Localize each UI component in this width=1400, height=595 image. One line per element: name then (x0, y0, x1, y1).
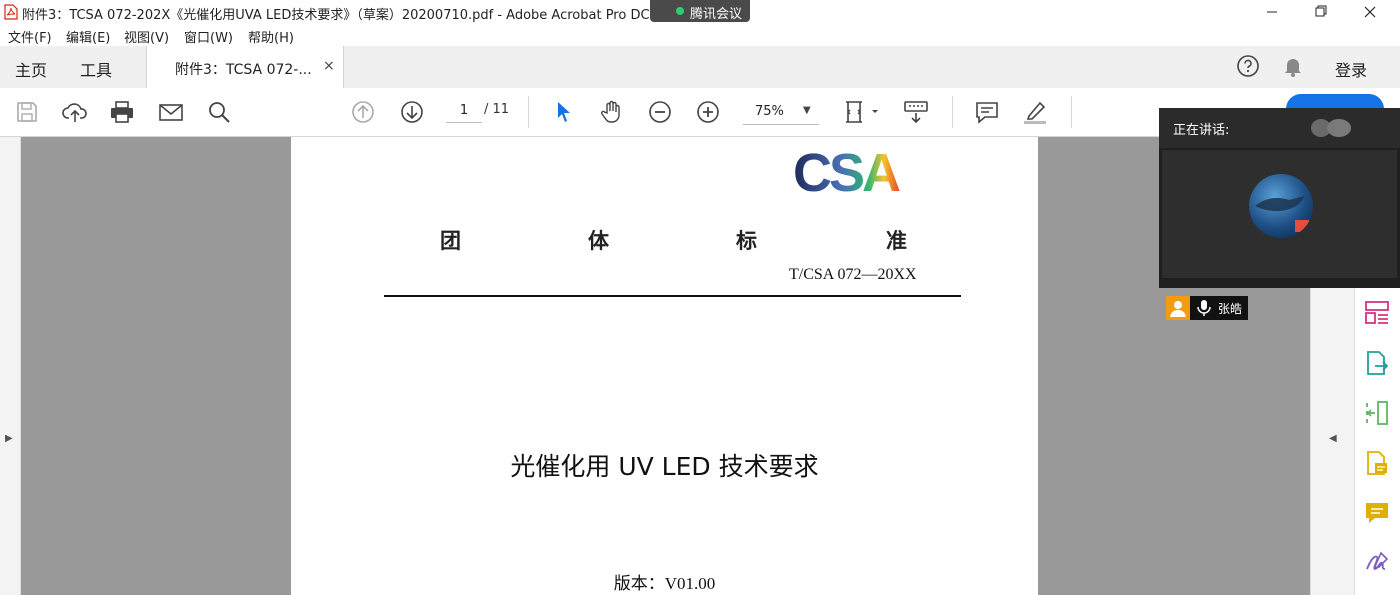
menu-file[interactable]: 文件(F) (8, 27, 52, 46)
standard-char: 准 (886, 229, 907, 253)
participant-tag: 张皓 (1166, 296, 1248, 320)
menu-bar: 文件(F) 编辑(E) 视图(V) 窗口(W) 帮助(H) (0, 24, 1400, 46)
document-tab-label: 附件3：TCSA 072-... (175, 62, 312, 78)
pdf-page[interactable]: CSA 团 体 标 准 T/CSA 072—20XX 光催化用 UV LED 技… (291, 137, 1038, 595)
zoom-in-icon[interactable] (694, 98, 722, 126)
fill-sign-icon[interactable] (1363, 549, 1391, 577)
zoom-value: 75% (755, 104, 784, 119)
speaking-label: 正在讲话: (1173, 123, 1230, 138)
fit-page-icon[interactable] (842, 98, 882, 126)
scroll-mode-icon[interactable] (902, 98, 930, 126)
tab-home[interactable]: 主页 (15, 57, 47, 81)
collapse-right-panel-icon[interactable]: ◀ (1329, 433, 1337, 444)
document-version: 版本：V01.00 (613, 574, 716, 593)
select-cursor-icon[interactable] (550, 98, 578, 126)
csa-logo-text: CSA (793, 143, 900, 195)
tab-document[interactable]: 附件3：TCSA 072-... × (146, 46, 344, 89)
hand-tool-icon[interactable] (598, 98, 626, 126)
cloud-upload-icon[interactable] (61, 98, 89, 126)
standard-char: 团 (440, 229, 461, 253)
combine-files-icon[interactable] (1363, 399, 1391, 427)
comment-icon[interactable] (973, 98, 1001, 126)
zoom-select[interactable]: 75% ▼ (743, 100, 819, 125)
organize-pages-icon[interactable] (1363, 299, 1391, 327)
participant-avatar (1249, 174, 1313, 238)
csa-logo: CSA (793, 143, 903, 195)
print-icon[interactable] (108, 98, 136, 126)
previous-page-icon[interactable] (349, 98, 377, 126)
search-icon[interactable] (205, 98, 233, 126)
expand-left-panel-icon[interactable]: ▶ (5, 433, 13, 444)
tab-bar: 主页 工具 附件3：TCSA 072-... × 登录 (0, 46, 1400, 89)
left-panel-rail[interactable]: ▶ (0, 137, 21, 595)
participant-video: 张皓 (1162, 150, 1397, 320)
comment-tool-icon[interactable] (1363, 499, 1391, 527)
toolbar-divider (952, 96, 953, 128)
highlight-pen-icon[interactable] (1021, 98, 1049, 126)
header-rule (384, 295, 961, 297)
meeting-pill[interactable]: 腾讯会议 (650, 0, 750, 22)
login-button[interactable]: 登录 (1335, 57, 1367, 81)
restore-icon[interactable] (1300, 2, 1340, 22)
meeting-header: 正在讲话: (1159, 108, 1400, 148)
blurred-name (1311, 119, 1351, 137)
menu-edit[interactable]: 编辑(E) (66, 27, 110, 46)
save-icon[interactable] (13, 98, 41, 126)
user-icon (1166, 296, 1190, 320)
standard-char: 体 (588, 229, 609, 253)
menu-help[interactable]: 帮助(H) (248, 27, 294, 46)
standard-code: T/CSA 072—20XX (789, 266, 917, 283)
document-title: 光催化用 UV LED 技术要求 (510, 452, 819, 481)
menu-window[interactable]: 窗口(W) (184, 27, 233, 46)
microphone-icon[interactable] (1196, 299, 1212, 317)
meeting-pill-label: 腾讯会议 (690, 7, 743, 22)
participant-name: 张皓 (1218, 302, 1243, 316)
title-bar: 附件3：TCSA 072-202X《光催化用UVA LED技术要求》（草案）20… (0, 0, 1400, 24)
export-pdf-icon[interactable] (1363, 349, 1391, 377)
close-tab-icon[interactable]: × (323, 58, 335, 74)
close-window-icon[interactable] (1350, 2, 1390, 22)
toolbar-divider (528, 96, 529, 128)
window-title: 附件3：TCSA 072-202X《光催化用UVA LED技术要求》（草案）20… (22, 8, 650, 23)
pdf-file-icon (4, 4, 18, 20)
tab-tools[interactable]: 工具 (80, 57, 112, 81)
standard-char: 标 (736, 229, 757, 253)
page-number-input[interactable]: 1 (446, 100, 482, 123)
page-total: / 11 (484, 102, 510, 117)
zoom-out-icon[interactable] (646, 98, 674, 126)
standard-heading: 团 体 标 准 (440, 225, 910, 253)
minimize-icon[interactable] (1252, 2, 1292, 22)
meeting-speaker-window[interactable]: 正在讲话: 张皓 (1159, 108, 1400, 320)
email-icon[interactable] (157, 98, 185, 126)
meeting-status-icon (676, 7, 684, 15)
chevron-down-icon: ▼ (803, 105, 811, 116)
toolbar-divider (1071, 96, 1072, 128)
menu-view[interactable]: 视图(V) (124, 27, 169, 46)
next-page-icon[interactable] (398, 98, 426, 126)
help-icon[interactable] (1236, 54, 1260, 78)
edit-pdf-icon[interactable] (1363, 449, 1391, 477)
bell-icon[interactable] (1281, 54, 1305, 78)
